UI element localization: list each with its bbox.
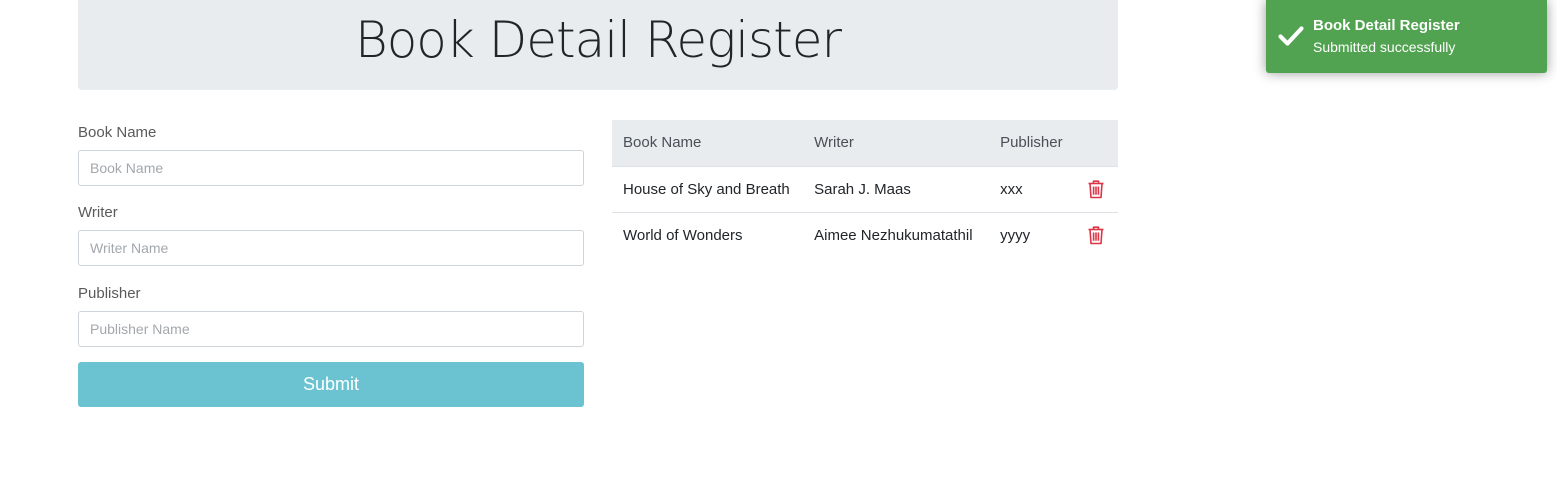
column-header-book-name: Book Name: [612, 120, 804, 167]
book-name-label: Book Name: [78, 124, 157, 141]
cell-book-name: World of Wonders: [623, 226, 743, 244]
cell-publisher: yyyy: [1000, 226, 1031, 244]
toast-title: Book Detail Register: [1313, 16, 1460, 34]
trash-icon[interactable]: [1087, 225, 1105, 245]
book-table: Book Name Writer Publisher House of Sky …: [612, 120, 1118, 258]
page-title: Book Detail Register: [354, 11, 842, 69]
cell-action: [1073, 166, 1118, 213]
publisher-group: Publisher: [78, 285, 584, 347]
book-name-input[interactable]: [78, 150, 584, 186]
writer-group: Writer: [78, 204, 584, 266]
column-header-action: [1073, 120, 1118, 167]
column-header-publisher: Publisher: [989, 120, 1074, 167]
cell-action: [1074, 212, 1118, 258]
book-name-group: Book Name: [78, 124, 584, 186]
trash-icon[interactable]: [1087, 179, 1105, 199]
column-header-writer: Writer: [803, 120, 990, 167]
checkmark-icon: [1278, 25, 1304, 47]
writer-input[interactable]: [78, 230, 584, 266]
page: Book Detail Register Book Name Writer Pu…: [0, 0, 1557, 501]
table-header: Book Name Writer Publisher: [612, 120, 1118, 167]
publisher-label: Publisher: [78, 285, 141, 302]
success-toast[interactable]: Book Detail Register Submitted successfu…: [1266, 0, 1547, 73]
toast-message: Submitted successfully: [1313, 38, 1456, 55]
header-banner: Book Detail Register: [78, 0, 1118, 90]
table-row[interactable]: World of Wonders Aimee Nezhukumatathil y…: [612, 212, 1118, 258]
writer-label: Writer: [78, 204, 118, 221]
table-body: House of Sky and Breath Sarah J. Maas xx…: [612, 166, 1118, 258]
publisher-input[interactable]: [78, 311, 584, 347]
toast-body: Book Detail Register Submitted successfu…: [1313, 16, 1460, 58]
cell-writer: Aimee Nezhukumatathil: [814, 226, 973, 244]
cell-book-name: House of Sky and Breath: [612, 166, 804, 213]
table-header-row: Book Name Writer Publisher: [612, 120, 1118, 167]
submit-button[interactable]: Submit: [78, 362, 584, 407]
table-row[interactable]: House of Sky and Breath Sarah J. Maas xx…: [612, 166, 1118, 213]
cell-writer: Sarah J. Maas: [803, 166, 990, 213]
cell-publisher: xxx: [989, 166, 1074, 213]
